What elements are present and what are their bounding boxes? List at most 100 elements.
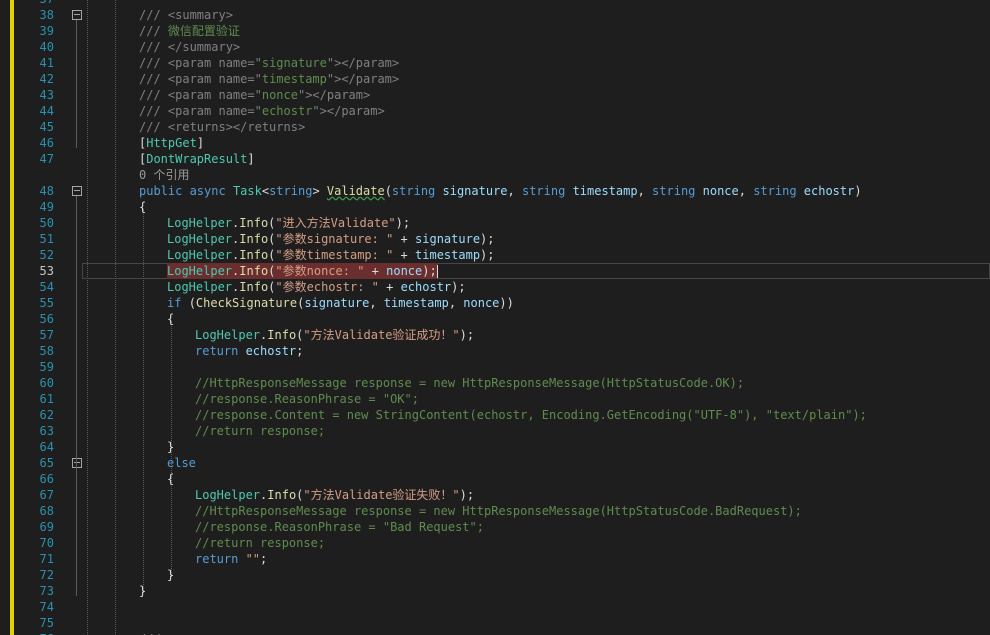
code-line[interactable]: 71 return ""; [0,551,990,567]
code-line[interactable]: 65 else [0,455,990,471]
code-line[interactable]: 41/// <param name="signature"></param> [0,55,990,71]
line-number: 40 [39,40,54,54]
code-line[interactable]: 75 [0,615,990,631]
code-line[interactable]: 76 /// <summary> [0,631,990,635]
code-line[interactable]: 58 return echostr; [0,343,990,359]
line-number: 50 [39,216,54,230]
line-number: 73 [39,584,54,598]
code-text: } [139,583,146,599]
code-line[interactable]: 38 /// <summary> [0,7,990,23]
code-text: LogHelper.Info("参数signature: " + signatu… [167,231,495,247]
code-text: /// <param name="timestamp"></param> [139,71,399,87]
code-line[interactable]: 72} [0,567,990,583]
code-line[interactable]: 56 { [0,311,990,327]
code-text: /// 微信配置验证 [139,23,240,39]
line-number: 58 [39,344,54,358]
line-number: 64 [39,440,54,454]
code-token: "" [245,552,261,566]
code-line[interactable]: 54 LogHelper.Info("参数echostr: " + echostr… [0,279,990,295]
code-line[interactable]: 40 /// </summary> [0,39,990,55]
code-token: timestamp [383,296,449,310]
code-line[interactable]: 52 LogHelper.Info("参数timestamp: " + times… [0,247,990,263]
code-token: Info [239,280,269,294]
collapse-toggle-icon[interactable] [72,10,82,20]
code-token: , [637,184,653,198]
code-token: ] [196,136,205,150]
code-line[interactable]: 47 [DontWrapResult] [0,151,990,167]
code-token: ); [451,280,466,294]
code-editor[interactable]: 3738 /// <summary> 39 /// 微信配置验证 40 /// </sum… [0,0,990,635]
code-text: //response.ReasonPhrase = "OK"; [195,391,419,407]
code-token: <param [167,72,219,86]
code-token: return [195,552,246,566]
code-line[interactable]: 62 //response.Content = new StringContent… [0,407,990,423]
code-line[interactable]: 49 { [0,199,990,215]
code-line[interactable]: 44/// <param name="echostr"></param> [0,103,990,119]
code-token: < [261,184,270,198]
code-token: ); [480,248,495,262]
code-line[interactable]: 51 LogHelper.Info("参数signature: " + signa… [0,231,990,247]
code-line[interactable]: 50 LogHelper.Info("进入方法Validate"); [0,215,990,231]
code-line[interactable]: 63 //return response; [0,423,990,439]
code-token: DontWrapResult [146,152,248,166]
fold-range-line [76,20,77,148]
line-number: 76 [14,631,54,635]
code-line[interactable]: 42/// <param name="timestamp"></param> [0,71,990,87]
code-line[interactable]: 37 [0,0,990,7]
collapse-toggle-icon[interactable] [72,186,82,196]
code-token: Info [239,264,269,278]
code-line[interactable]: 57 LogHelper.Info("方法Validate验证成功！"); [0,327,990,343]
line-number: 43 [39,88,54,102]
line-number: 61 [39,392,54,406]
code-line[interactable]: 60 //HttpResponseMessage response = new H… [0,375,990,391]
code-token: " [254,104,262,118]
line-number: 39 [39,24,54,38]
code-line[interactable]: 48 public async Task<string> Validate(str… [0,183,990,199]
code-line[interactable]: 55 if (CheckSignature(signature, timestam… [0,295,990,311]
code-line[interactable]: 67 LogHelper.Info("方法Validate验证失败！"); [0,487,990,503]
code-line[interactable]: 39 /// 微信配置验证 [0,23,990,39]
code-line[interactable]: 66 { [0,471,990,487]
code-text: [DontWrapResult] [139,151,255,167]
code-token: { [167,312,175,326]
code-text: { [167,471,174,487]
code-line[interactable]: 68 //HttpResponseMessage response = new H… [0,503,990,519]
code-token: { [139,200,147,214]
line-number: 69 [39,520,54,534]
code-text: return echostr; [195,343,303,359]
code-line[interactable]: 61 //response.ReasonPhrase = "OK"; [0,391,990,407]
code-token: ); [459,328,475,342]
code-token: Validate [326,184,385,198]
code-token: "进入方法Validate" [275,216,396,230]
code-text: //return response; [195,423,325,439]
line-number: 54 [39,280,54,294]
code-line[interactable]: 43/// <param name="nonce"></param> [0,87,990,103]
code-token: echostr [400,280,452,294]
code-line[interactable]: 73} [0,583,990,599]
reference-count-label[interactable]: 0 个引用 [139,168,189,182]
code-token: name= [218,56,255,70]
code-text: LogHelper.Info("参数echostr: " + echostr); [167,279,466,295]
code-token: timestamp [261,72,327,86]
line-number: 60 [39,376,54,390]
code-line[interactable]: 45 /// <returns></returns> [0,119,990,135]
code-line[interactable]: 70 //return response; [0,535,990,551]
code-line[interactable]: 46 [HttpGet] [0,135,990,151]
code-text: /// <summary> [139,7,233,23]
code-line[interactable]: 69 //response.ReasonPhrase = "Bad Request… [0,519,990,535]
code-token: " [312,104,320,118]
code-text: /// </summary> [139,39,240,55]
code-token: name= [218,104,255,118]
code-token: ] [247,152,255,166]
code-token: echostr [803,184,855,198]
code-text: //response.ReasonPhrase = "Bad Request"; [195,519,484,535]
code-line[interactable]: 59 [0,359,990,375]
code-line[interactable]: 53 LogHelper.Info("参数nonce: " + nonce); [0,263,990,279]
collapse-toggle-icon[interactable] [72,458,82,468]
code-token: Info [267,328,297,342]
code-token: signature [442,184,508,198]
code-line[interactable]: 64} [0,439,990,455]
codelens-references[interactable]: 0 个引用 [0,167,990,183]
code-line[interactable]: 74 [0,599,990,615]
code-text: /// <param name="echostr"></param> [139,103,385,119]
